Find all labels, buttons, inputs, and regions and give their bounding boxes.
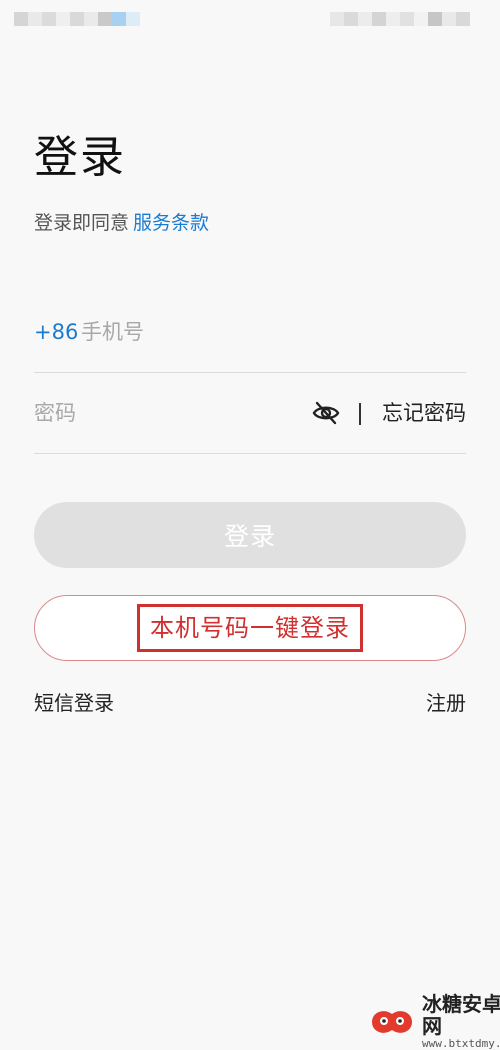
watermark-text: 冰糖安卓网 www.btxtdmy.com (422, 993, 500, 1050)
password-field: 忘记密码 (34, 373, 466, 454)
agreement-text: 登录即同意 服务条款 (34, 208, 209, 238)
one-key-login-button[interactable]: 本机号码一键登录 (34, 595, 466, 661)
eye-off-icon[interactable] (312, 400, 340, 426)
page-title: 登录 (34, 132, 126, 183)
status-right-icons (330, 12, 470, 26)
register-link[interactable]: 注册 (426, 688, 466, 718)
field-divider (359, 403, 361, 425)
watermark-logo-icon (368, 1004, 416, 1040)
status-bar (0, 0, 500, 40)
forgot-password-link[interactable]: 忘记密码 (382, 398, 466, 428)
one-key-login-label: 本机号码一键登录 (137, 604, 363, 652)
watermark: 冰糖安卓网 www.btxtdmy.com (368, 993, 500, 1050)
country-code-selector[interactable]: +86 (34, 318, 78, 346)
login-button[interactable]: 登录 (34, 502, 466, 568)
watermark-title: 冰糖安卓网 (422, 992, 500, 1038)
phone-input[interactable] (81, 312, 451, 352)
terms-of-service-link[interactable]: 服务条款 (133, 212, 209, 234)
password-input[interactable] (34, 393, 294, 433)
phone-field: +86 (34, 292, 466, 373)
status-left-icons (14, 12, 140, 26)
agreement-prefix: 登录即同意 (34, 212, 130, 234)
sms-login-link[interactable]: 短信登录 (34, 688, 114, 718)
